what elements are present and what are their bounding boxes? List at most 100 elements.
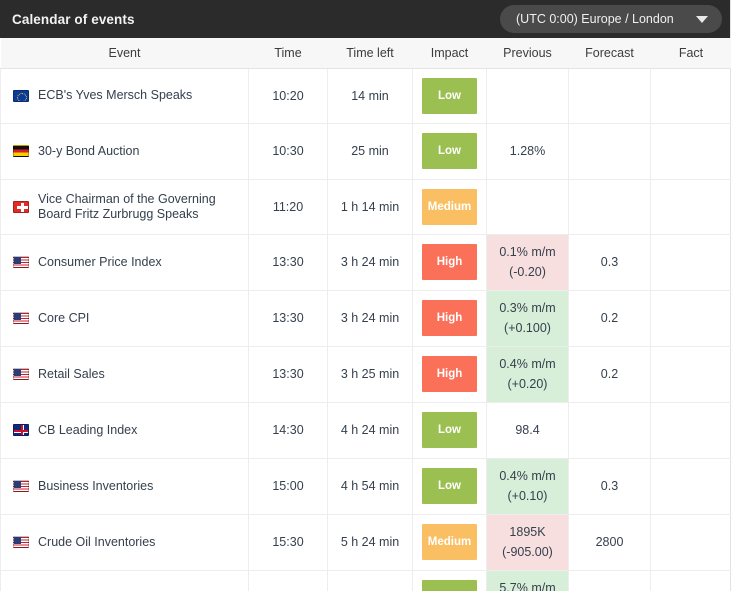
forecast-cell [569,123,651,179]
forecast-cell: 0.2 [569,346,651,402]
impact-cell: Medium [413,514,487,570]
impact-cell: Low [413,68,487,123]
previous-value-box: 98.4 [487,403,568,458]
forecast-cell: 0.3 [569,234,651,290]
time-value: 10:30 [272,144,303,158]
flag-ch-icon [13,201,29,213]
time-value: 15:00 [272,479,303,493]
previous-value: 0.1% m/m [499,245,555,259]
previous-value-box: 0.3% m/m(+0.100) [487,291,568,346]
previous-cell: 1895K(-905.00) [487,514,569,570]
column-header-forecast[interactable]: Forecast [569,38,651,68]
column-header-time-left[interactable]: Time left [328,38,413,68]
impact-badge: Medium [422,189,477,225]
forecast-cell [569,68,651,123]
forecast-cell [569,402,651,458]
previous-cell: 0.4% m/m(+0.10) [487,458,569,514]
impact-badge: High [422,356,477,392]
table-row[interactable]: 30-y Bond Auction 10:30 25 minLow1.28% [1,123,731,179]
timezone-select-label: (UTC 0:00) Europe / London [516,12,690,26]
previous-cell: 5.7% m/m(+7.90) [487,570,569,591]
time-cell: 15:30 [249,514,328,570]
impact-badge: High [422,244,477,280]
calendar-widget: Calendar of events (UTC 0:00) Europe / L… [0,0,731,591]
page-title: Calendar of events [12,12,135,27]
event-cell[interactable]: CB Leading Index [1,402,249,458]
time-left-value: 3 h 24 min [341,311,399,325]
event-cell[interactable]: Retail Sales [1,346,249,402]
forecast-cell: -2.2 [569,570,651,591]
table-row[interactable]: Retail Sales13:303 h 25 minHigh0.4% m/m(… [1,346,731,402]
fact-cell [651,514,731,570]
impact-badge: Low [422,78,477,114]
fact-cell [651,179,731,234]
event-cell[interactable]: 30-y Bond Auction [1,123,249,179]
column-header-time[interactable]: Time [249,38,328,68]
previous-cell: 0.1% m/m(-0.20) [487,234,569,290]
forecast-value: 0.2 [601,367,618,381]
forecast-value: 0.3 [601,255,618,269]
time-cell: 13:30 [249,234,328,290]
table-row[interactable]: Consumer Price Index13:30 3 h 24 min High 0… [1,234,731,290]
column-header-fact[interactable]: Fact [651,38,731,68]
events-table-body: ECB's Yves Mersch Speaks10:2014 minLow30… [1,68,731,591]
impact-cell: Low [413,570,487,591]
event-cell[interactable]: Core CPI [1,290,249,346]
table-row[interactable]: Vice Chairman of the Governing Board Fri… [1,179,731,234]
event-cell[interactable]: Crude Oil Inventories [1,514,249,570]
flag-us-icon [13,368,29,380]
forecast-cell: 2800 [569,514,651,570]
previous-value: 0.4% m/m [499,357,555,371]
timezone-select[interactable]: (UTC 0:00) Europe / London [500,5,722,33]
time-left-cell: 1 h 14 min [328,179,413,234]
time-cell: 15:00 [249,458,328,514]
previous-cell: 0.3% m/m(+0.100) [487,290,569,346]
table-row[interactable]: Business Inventories 15:00 4 h 54 min Low0.… [1,458,731,514]
fact-cell [651,458,731,514]
previous-cell: 98.4 [487,402,569,458]
column-header-previous[interactable]: Previous [487,38,569,68]
time-left-value: 4 h 54 min [341,479,399,493]
flag-us-icon [13,480,29,492]
event-cell[interactable]: Core Machinery Orders [1,570,249,591]
event-name: Vice Chairman of the Governing Board Fri… [38,192,240,222]
events-table: Event Time Time left Impact Previous For… [0,38,731,591]
event-cell[interactable]: Business Inventories [1,458,249,514]
forecast-value: 2800 [596,535,624,549]
time-left-cell: 25 min [328,123,413,179]
time-left-value: 3 h 25 min [341,367,399,381]
impact-cell: High [413,346,487,402]
event-name: Crude Oil Inventories [38,535,155,550]
table-row[interactable]: Crude Oil Inventories 15:305 h 24 minMedi… [1,514,731,570]
event-cell[interactable]: Consumer Price Index [1,234,249,290]
time-left-cell: 3 h 25 min [328,346,413,402]
event-cell[interactable]: ECB's Yves Mersch Speaks [1,68,249,123]
table-row[interactable]: Core Machinery Orders23:5013 h 44 minLow… [1,570,731,591]
time-cell: 23:50 [249,570,328,591]
flag-uk-icon [13,424,29,436]
event-name: Retail Sales [38,367,105,382]
previous-value-box: 5.7% m/m(+7.90) [487,571,568,591]
table-row[interactable]: CB Leading Index14:304 h 24 minLow98.4 [1,402,731,458]
event-cell[interactable]: Vice Chairman of the Governing Board Fri… [1,179,249,234]
time-cell: 13:30 [249,346,328,402]
time-left-cell: 5 h 24 min [328,514,413,570]
time-left-value: 3 h 24 min [341,255,399,269]
time-value: 13:30 [272,367,303,381]
time-left-cell: 4 h 24 min [328,402,413,458]
time-left-cell: 13 h 44 min [328,570,413,591]
flag-us-icon [13,312,29,324]
previous-delta: (-905.00) [502,545,553,559]
time-left-value: 14 min [351,89,389,103]
table-row[interactable]: ECB's Yves Mersch Speaks10:2014 minLow [1,68,731,123]
column-header-event[interactable]: Event [1,38,249,68]
previous-cell: 1.28% [487,123,569,179]
impact-cell: High [413,290,487,346]
previous-value-box: 0.1% m/m(-0.20) [487,235,568,290]
impact-cell: Low [413,123,487,179]
column-header-impact[interactable]: Impact [413,38,487,68]
widget-titlebar: Calendar of events (UTC 0:00) Europe / L… [0,0,730,38]
impact-cell: Low [413,458,487,514]
flag-us-icon [13,256,29,268]
table-row[interactable]: Core CPI13:303 h 24 minHigh0.3% m/m(+0.1… [1,290,731,346]
